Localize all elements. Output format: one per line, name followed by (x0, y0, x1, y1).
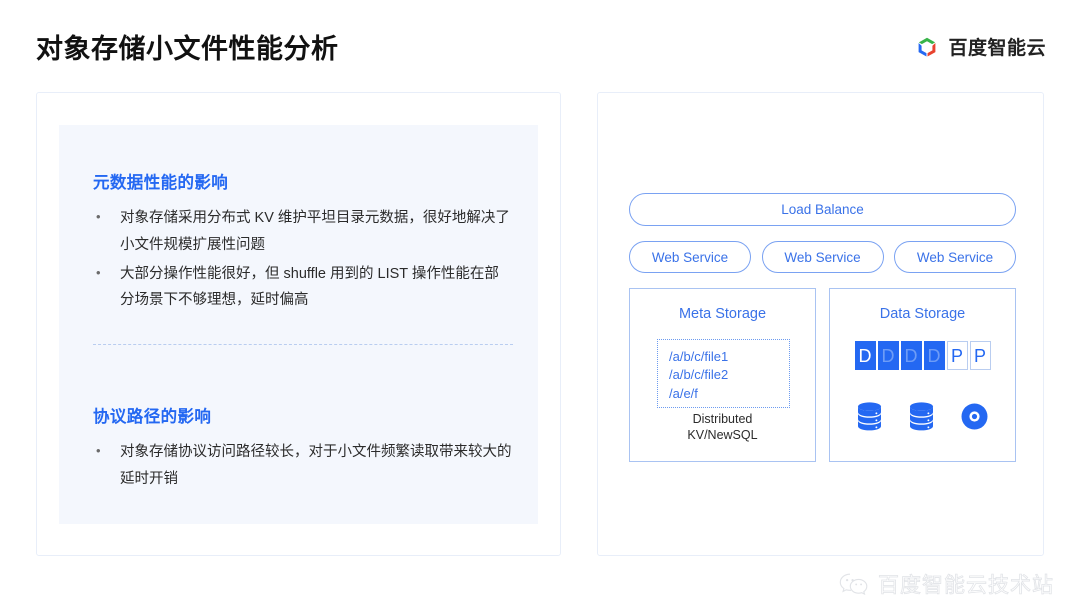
meta-storage-node: Meta Storage /a/b/c/file1 /a/b/c/file2 /… (629, 288, 816, 462)
data-storage-node: Data Storage D D D D P P (829, 288, 1016, 462)
path-entry: /a/b/c/file2 (669, 367, 729, 383)
bullet-item: 对象存储协议访问路径较长，对于小文件频繁读取带来较大的延时开销 (93, 439, 513, 493)
data-block-d: D (923, 341, 945, 370)
brand-lockup: 百度智能云 (914, 33, 1046, 60)
analysis-panel: 元数据性能的影响 对象存储采用分布式 KV 维护平坦目录元数据，很好地解决了小文… (59, 125, 538, 524)
web-service-node: Web Service (629, 241, 751, 273)
section-title: 协议路径的影响 (93, 408, 212, 426)
data-storage-title: Data Storage (879, 306, 966, 322)
path-entry: /a/e/f (669, 385, 698, 401)
path-entry: /a/b/c/file1 (669, 349, 729, 364)
meta-storage-title: Meta Storage (678, 306, 767, 322)
web-service-node: Web Service (894, 241, 1016, 273)
caption-line: Distributed (692, 412, 753, 426)
storage-row: Meta Storage /a/b/c/file1 /a/b/c/file2 /… (629, 288, 1016, 462)
data-block-row: D D D D P P (830, 341, 1015, 370)
web-service-node: Web Service (761, 241, 884, 273)
meta-storage-caption: Distributed KV/NewSQL (630, 412, 815, 443)
bullet-item: 对象存储采用分布式 KV 维护平坦目录元数据，很好地解决了小文件规模扩展性问题 (93, 205, 513, 259)
right-diagram-card: Load Balance Web Service Web Service Web… (597, 92, 1044, 556)
caption-line: KV/NewSQL (687, 427, 758, 442)
web-service-row: Web Service Web Service Web Service (629, 241, 1016, 273)
optical-disc-icon (961, 403, 988, 430)
watermark-text: 百度智能云技术站 (878, 574, 1054, 598)
data-block-p: P (946, 341, 968, 370)
data-block-d: D (900, 341, 922, 370)
data-block-d: D (854, 341, 876, 370)
database-stack-icon (858, 402, 881, 431)
meta-path-list: /a/b/c/file1 /a/b/c/file2 /a/e/f (657, 339, 790, 408)
section-protocol-path: 协议路径的影响 对象存储协议访问路径较长，对于小文件频繁读取带来较大的延时开销 (93, 403, 513, 495)
left-content-card: 元数据性能的影响 对象存储采用分布式 KV 维护平坦目录元数据，很好地解决了小文… (36, 92, 561, 556)
bullet-item: 大部分操作性能很好，但 shuffle 用到的 LIST 操作性能在部分场景下不… (93, 261, 513, 315)
architecture-diagram: Load Balance Web Service Web Service Web… (629, 193, 1016, 462)
bullet-list: 对象存储协议访问路径较长，对于小文件频繁读取带来较大的延时开销 (93, 439, 513, 493)
wechat-icon (839, 573, 868, 595)
data-block-d: D (877, 341, 899, 370)
bullet-list: 对象存储采用分布式 KV 维护平坦目录元数据，很好地解决了小文件规模扩展性问题 … (93, 205, 513, 314)
database-stack-icon (910, 402, 933, 431)
section-divider (93, 344, 513, 345)
section-title: 元数据性能的影响 (93, 174, 229, 192)
storage-media-icons (830, 402, 1015, 431)
page-header: 对象存储小文件性能分析 百度智能云 (0, 0, 1080, 92)
section-metadata-performance: 元数据性能的影响 对象存储采用分布式 KV 维护平坦目录元数据，很好地解决了小文… (93, 169, 513, 316)
data-block-p: P (969, 341, 991, 370)
brand-name: 百度智能云 (948, 38, 1046, 59)
load-balance-node: Load Balance (629, 193, 1016, 226)
watermark: 百度智能云技术站 (839, 569, 1054, 599)
baidu-cloud-cube-icon (919, 37, 936, 57)
page-title: 对象存储小文件性能分析 (36, 34, 339, 64)
